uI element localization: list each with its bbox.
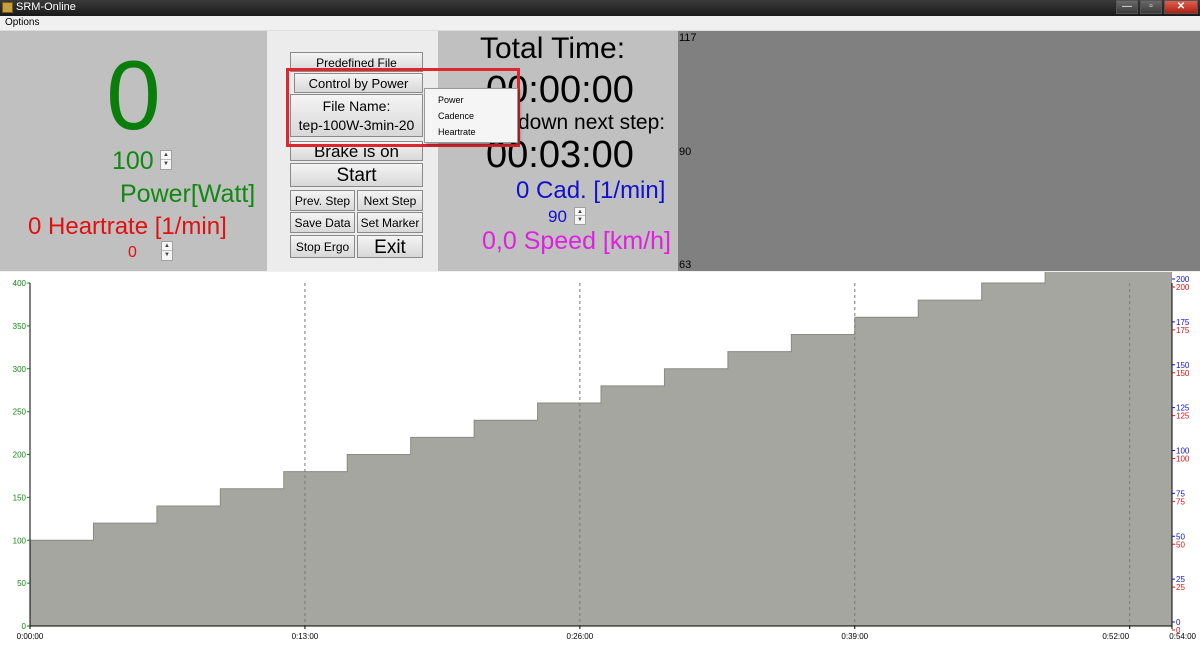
power-profile-area [30, 272, 1172, 626]
menu-options[interactable]: Options [5, 17, 39, 28]
x-tick-label: 0:26:00 [567, 632, 594, 641]
brake-button[interactable]: Brake is on [290, 141, 423, 161]
y-right-red-tick-label: 125 [1176, 412, 1190, 421]
y-right-red-tick-label: 75 [1176, 497, 1185, 506]
save-data-button[interactable]: Save Data [290, 212, 355, 233]
control-by-power-button[interactable]: Control by Power [294, 73, 423, 93]
cadence-spinner[interactable]: ▲ ▼ [574, 207, 586, 225]
mini-graph-tick: 90 [679, 146, 692, 158]
y-left-tick-label: 250 [13, 408, 27, 417]
menu-bar: Options [0, 16, 1200, 31]
power-panel: 0 100 ▲ ▼ Power[Watt] 0 Heartrate [1/min… [0, 31, 267, 271]
stop-ergo-button[interactable]: Stop Ergo [290, 235, 355, 258]
mini-graph-tick: 117 [679, 32, 697, 44]
spinner-down-icon[interactable]: ▼ [162, 251, 172, 260]
cadence-setpoint: 90 [548, 207, 567, 226]
app-icon [2, 2, 13, 13]
heartrate-setpoint: 0 [128, 244, 137, 261]
y-left-tick-label: 400 [13, 279, 27, 288]
y-left-tick-label: 350 [13, 322, 27, 331]
set-marker-button[interactable]: Set Marker [357, 212, 423, 233]
spinner-up-icon[interactable]: ▲ [162, 242, 172, 251]
y-left-tick-label: 150 [13, 493, 27, 502]
prev-step-button[interactable]: Prev. Step [290, 190, 355, 211]
start-button[interactable]: Start [290, 163, 423, 187]
title-bar: SRM-Online — ▫ ✕ [0, 0, 1200, 16]
spinner-up-icon[interactable]: ▲ [575, 208, 585, 216]
minimize-button[interactable]: — [1116, 0, 1138, 14]
next-step-button[interactable]: Next Step [357, 190, 423, 211]
total-time-label: Total Time: [480, 32, 626, 65]
y-right-red-tick-label: 175 [1176, 326, 1190, 335]
y-right-red-tick-label: 100 [1176, 455, 1190, 464]
predefined-file-button[interactable]: Predefined File [290, 52, 423, 72]
power-label: Power[Watt] [120, 180, 256, 208]
spinner-up-icon[interactable]: ▲ [161, 151, 171, 160]
x-tick-label: 0:13:00 [292, 632, 319, 641]
mini-graph-tick: 63 [679, 259, 692, 271]
control-panel: Predefined File Control by Power File Na… [267, 31, 438, 271]
srm-online-window: SRM-Online — ▫ ✕ Options 0 100 ▲ ▼ Power… [0, 0, 1200, 647]
y-left-tick-label: 100 [13, 536, 27, 545]
mini-graph: 117 90 63 [678, 31, 1200, 271]
control-mode-dropdown: Power Cadence Heartrate [424, 88, 518, 143]
power-spinner[interactable]: ▲ ▼ [160, 150, 172, 170]
time-panel: Total Time: 00:00:00 down next step: 00:… [438, 31, 678, 271]
y-left-tick-label: 0 [22, 622, 27, 631]
y-right-red-tick-label: 50 [1176, 540, 1185, 549]
x-tick-label: 0:00:00 [17, 632, 44, 641]
dropdown-item-heartrate[interactable]: Heartrate [438, 127, 476, 137]
x-tick-label: 0:39:00 [841, 632, 868, 641]
x-tick-label: 0:52:00 [1102, 632, 1129, 641]
chart-svg: 0501001502002503003504000255075100125150… [13, 272, 1197, 641]
y-right-red-tick-label: 150 [1176, 369, 1190, 378]
exit-button[interactable]: Exit [357, 235, 423, 258]
file-name-button[interactable]: File Name: tep-100W-3min-20 [290, 94, 423, 137]
power-profile-chart: 0 50 100 150 200 250 300 350 400 0 25 50 75 100 125 150… [0, 272, 1200, 647]
dropdown-item-cadence[interactable]: Cadence [438, 111, 474, 121]
close-button[interactable]: ✕ [1164, 0, 1198, 14]
current-power-display: 0 [106, 40, 161, 150]
power-setpoint: 100 [112, 147, 154, 175]
y-right-red-tick-label: 200 [1176, 283, 1190, 292]
cadence-label: 0 Cad. [1/min] [516, 177, 666, 204]
y-left-tick-label: 200 [13, 451, 27, 460]
spinner-down-icon[interactable]: ▼ [575, 216, 585, 224]
spinner-down-icon[interactable]: ▼ [161, 160, 171, 169]
countdown-label: down next step: [518, 111, 666, 134]
y-right-red-tick-label: 25 [1176, 583, 1185, 592]
y-left-tick-label: 50 [17, 579, 26, 588]
dropdown-item-power[interactable]: Power [438, 95, 464, 105]
file-name-label: File Name: [322, 98, 391, 114]
maximize-button[interactable]: ▫ [1140, 0, 1162, 14]
window-title: SRM-Online [16, 1, 76, 13]
file-name-value: tep-100W-3min-20 [298, 117, 415, 133]
heartrate-label: 0 Heartrate [1/min] [28, 213, 227, 240]
y-left-tick-label: 300 [13, 365, 27, 374]
heartrate-spinner[interactable]: ▲ ▼ [161, 241, 173, 261]
speed-label: 0,0 Speed [km/h] [482, 227, 672, 255]
x-tick-label: 0:54:00 [1169, 632, 1196, 641]
